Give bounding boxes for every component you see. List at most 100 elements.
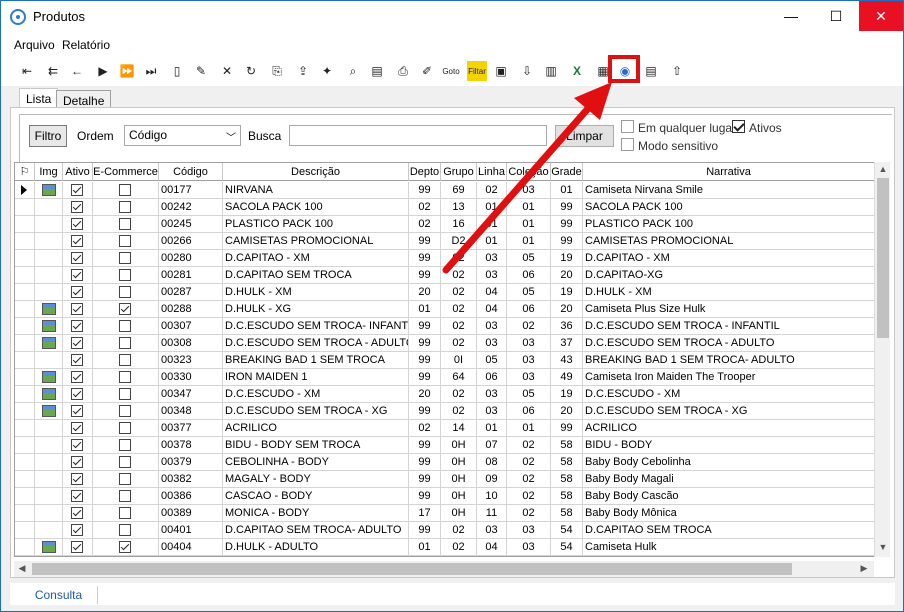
excel-icon[interactable]: X <box>567 61 587 81</box>
cell-descricao[interactable]: PLASTICO PACK 100 <box>223 216 409 233</box>
cell-depto[interactable]: 20 <box>409 386 441 403</box>
cell-narrativa[interactable]: D.HULK - XM <box>583 284 875 301</box>
cell-img[interactable] <box>35 505 63 522</box>
row-selector[interactable] <box>15 318 35 335</box>
cell-ativo[interactable] <box>63 403 93 420</box>
column-header-selector[interactable]: ⚐ <box>15 163 35 181</box>
cell-narrativa[interactable]: BIDU - BODY <box>583 437 875 454</box>
ativo-checkbox[interactable] <box>71 303 83 315</box>
cell-descricao[interactable]: D.HULK - XM <box>223 284 409 301</box>
cell-grade[interactable]: 43 <box>551 352 583 369</box>
menu-arquivo[interactable]: Arquivo <box>14 38 55 52</box>
column-header[interactable]: Ativo <box>63 163 93 181</box>
cell-ativo[interactable] <box>63 250 93 267</box>
cell-narrativa[interactable]: Baby Body Cascão <box>583 488 875 505</box>
ecommerce-checkbox[interactable] <box>119 541 131 553</box>
cell-depto[interactable]: 99 <box>409 335 441 352</box>
table-row[interactable]: 00386 CASCAO - BODY 99 0H 10 02 58 Baby Body Ca… <box>15 488 875 505</box>
ativo-checkbox[interactable] <box>71 201 83 213</box>
cell-depto[interactable]: 02 <box>409 199 441 216</box>
cell-ecommerce[interactable] <box>93 267 159 284</box>
ativo-checkbox[interactable] <box>71 524 83 536</box>
ativos-checkbox[interactable] <box>732 120 745 133</box>
cell-depto[interactable]: 20 <box>409 284 441 301</box>
cell-linha[interactable]: 04 <box>477 301 507 318</box>
cell-grupo[interactable]: 0H <box>441 488 477 505</box>
photo-icon[interactable]: ▣ <box>491 61 511 81</box>
cell-colecao[interactable]: 06 <box>507 403 551 420</box>
cell-codigo[interactable]: 00348 <box>159 403 223 420</box>
cell-ecommerce[interactable] <box>93 199 159 216</box>
cell-ativo[interactable] <box>63 488 93 505</box>
cell-codigo[interactable]: 00266 <box>159 233 223 250</box>
cell-grupo[interactable]: 02 <box>441 335 477 352</box>
scroll-left-icon[interactable]: ◀ <box>14 563 30 574</box>
cell-img[interactable] <box>35 454 63 471</box>
row-selector[interactable] <box>15 505 35 522</box>
cell-grade[interactable]: 99 <box>551 199 583 216</box>
cell-colecao[interactable]: 02 <box>507 437 551 454</box>
cell-codigo[interactable]: 00308 <box>159 335 223 352</box>
cell-descricao[interactable]: BREAKING BAD 1 SEM TROCA <box>223 352 409 369</box>
cell-linha[interactable]: 03 <box>477 335 507 352</box>
cell-img[interactable] <box>35 199 63 216</box>
ativo-checkbox[interactable] <box>71 269 83 281</box>
ativo-checkbox[interactable] <box>71 405 83 417</box>
cell-descricao[interactable]: CAMISETAS PROMOCIONAL <box>223 233 409 250</box>
next-page-icon[interactable]: ⏩ <box>117 61 137 81</box>
cell-colecao[interactable]: 03 <box>507 539 551 556</box>
new-icon[interactable]: ▯ <box>167 61 187 81</box>
cell-depto[interactable]: 99 <box>409 403 441 420</box>
cell-narrativa[interactable]: Camiseta Hulk <box>583 539 875 556</box>
ativo-checkbox[interactable] <box>71 337 83 349</box>
cell-narrativa[interactable]: BREAKING BAD 1 SEM TROCA- ADULTO <box>583 352 875 369</box>
cell-colecao[interactable]: 01 <box>507 233 551 250</box>
cell-grade[interactable]: 49 <box>551 369 583 386</box>
cell-grupo[interactable]: 02 <box>441 522 477 539</box>
cell-linha[interactable]: 03 <box>477 267 507 284</box>
copy-icon[interactable]: ⎘ <box>267 61 287 81</box>
table-row[interactable]: 00308 D.C.ESCUDO SEM TROCA - ADULTO 99 02 03… <box>15 335 875 352</box>
cell-codigo[interactable]: 00280 <box>159 250 223 267</box>
cell-codigo[interactable]: 00404 <box>159 539 223 556</box>
cell-descricao[interactable]: D.C.ESCUDO SEM TROCA - XG <box>223 403 409 420</box>
cell-colecao[interactable]: 03 <box>507 182 551 199</box>
cell-descricao[interactable]: CASCAO - BODY <box>223 488 409 505</box>
minimize-button[interactable]: — <box>769 1 813 31</box>
cell-ativo[interactable] <box>63 267 93 284</box>
tag-icon[interactable]: ✐ <box>417 61 437 81</box>
ecommerce-checkbox[interactable] <box>119 286 131 298</box>
cell-ecommerce[interactable] <box>93 352 159 369</box>
cell-depto[interactable]: 02 <box>409 420 441 437</box>
find-icon[interactable]: ⌕ <box>343 61 363 81</box>
cell-colecao[interactable]: 05 <box>507 284 551 301</box>
menu-relatorio[interactable]: Relatório <box>62 38 110 52</box>
ativo-checkbox[interactable] <box>71 371 83 383</box>
cell-narrativa[interactable]: Camiseta Nirvana Smile <box>583 182 875 199</box>
cell-ecommerce[interactable] <box>93 488 159 505</box>
cell-colecao[interactable]: 01 <box>507 216 551 233</box>
cell-grade[interactable]: 36 <box>551 318 583 335</box>
ecommerce-checkbox[interactable] <box>119 235 131 247</box>
cell-grade[interactable]: 99 <box>551 420 583 437</box>
ecommerce-checkbox[interactable] <box>119 507 131 519</box>
cell-grupo[interactable]: 69 <box>441 182 477 199</box>
cell-grade[interactable]: 20 <box>551 301 583 318</box>
table-row[interactable]: 00348 D.C.ESCUDO SEM TROCA - XG 99 02 03 06 20… <box>15 403 875 420</box>
row-selector[interactable] <box>15 539 35 556</box>
cell-narrativa[interactable]: Camiseta Plus Size Hulk <box>583 301 875 318</box>
cell-ativo[interactable] <box>63 216 93 233</box>
cell-descricao[interactable]: D.C.ESCUDO SEM TROCA - ADULTO <box>223 335 409 352</box>
cell-grupo[interactable]: 02 <box>441 250 477 267</box>
cell-codigo[interactable]: 00287 <box>159 284 223 301</box>
cell-descricao[interactable]: D.HULK - ADULTO <box>223 539 409 556</box>
cell-img[interactable] <box>35 369 63 386</box>
table-row[interactable]: 00280 D.CAPITAO - XM 99 02 03 05 19 D.CAPITAO -… <box>15 250 875 267</box>
cell-codigo[interactable]: 00386 <box>159 488 223 505</box>
cell-grupo[interactable]: 0H <box>441 454 477 471</box>
table-row[interactable]: 00330 IRON MAIDEN 1 99 64 06 03 49 Camiseta Iro… <box>15 369 875 386</box>
ativo-checkbox[interactable] <box>71 422 83 434</box>
cell-grupo[interactable]: 02 <box>441 403 477 420</box>
cell-colecao[interactable]: 01 <box>507 420 551 437</box>
modo-sensitivo-checkbox[interactable] <box>621 138 634 151</box>
